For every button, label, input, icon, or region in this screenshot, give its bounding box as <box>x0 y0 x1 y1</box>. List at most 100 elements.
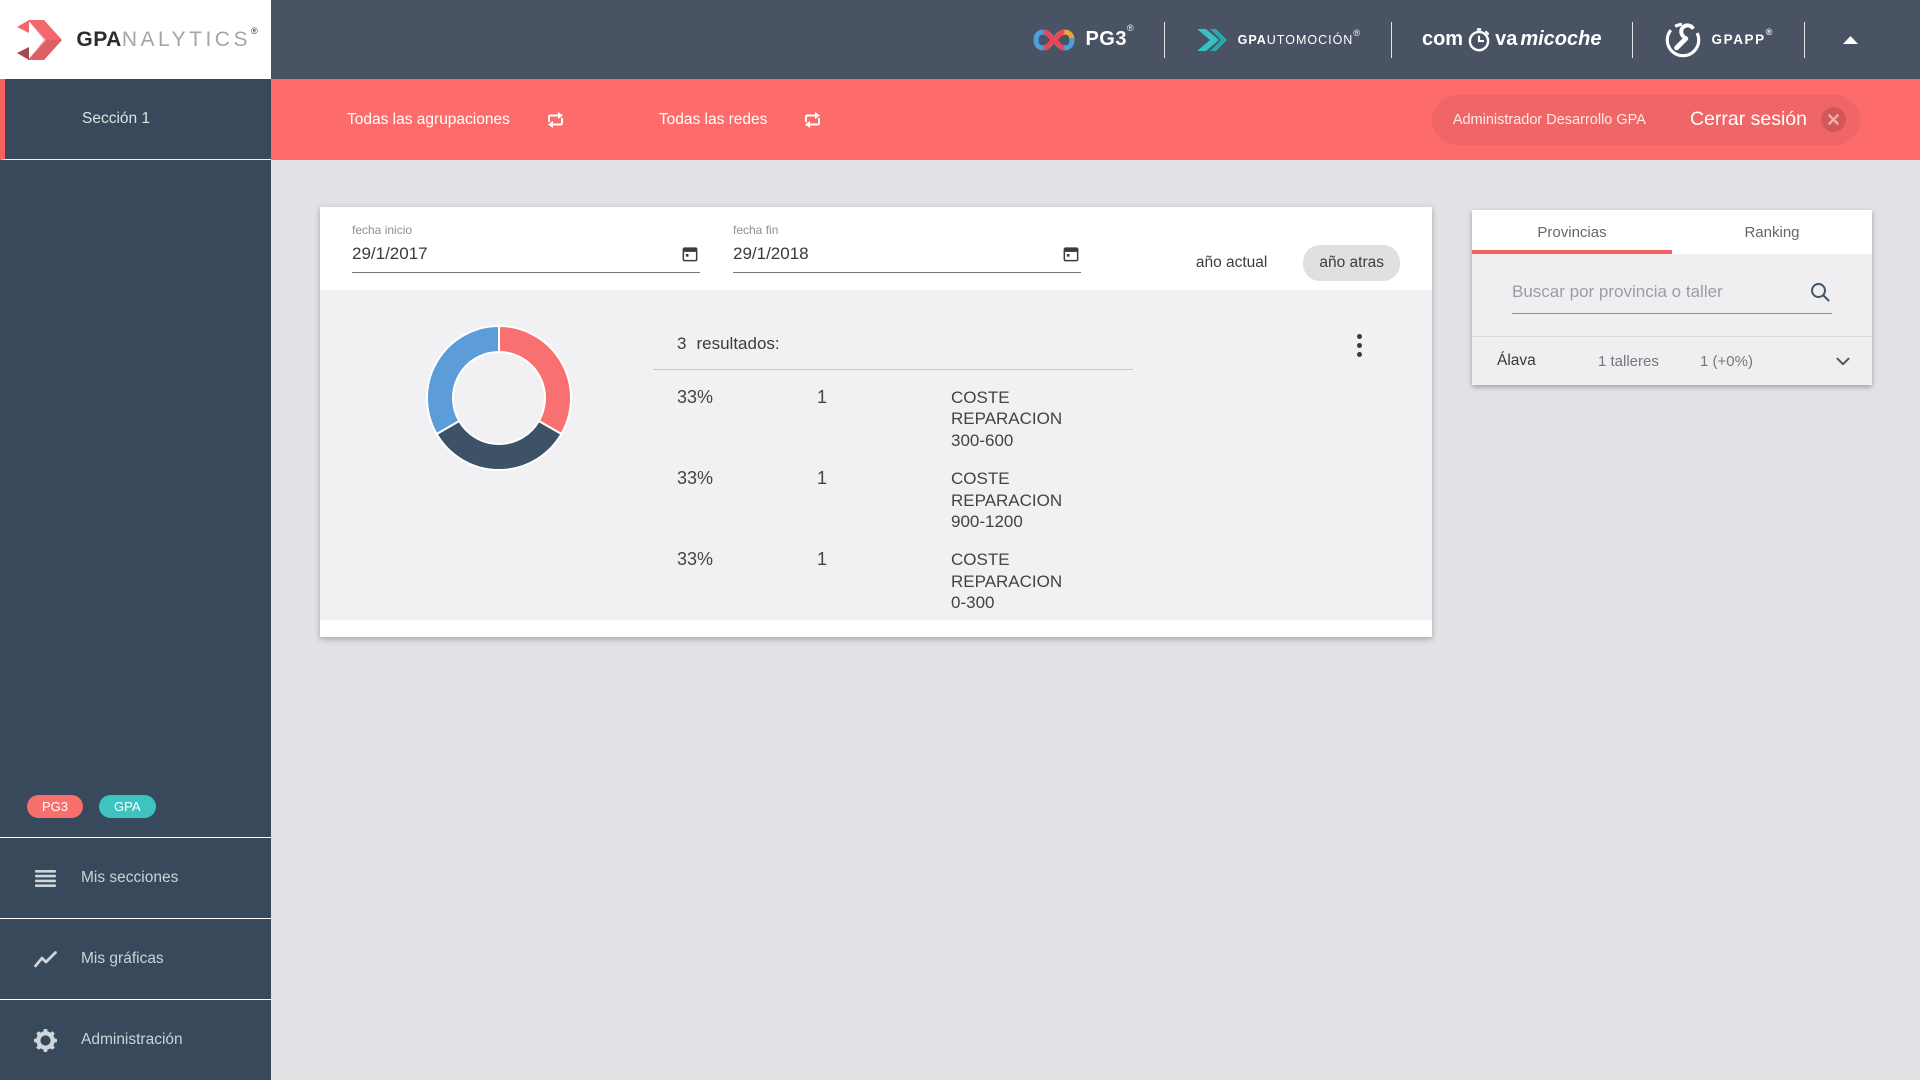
sidebar-item-label: Mis secciones <box>81 869 179 886</box>
card-date-bar: fecha inicio 29/1/2017 fecha fin 29/1/20… <box>320 207 1432 290</box>
panel-tabs: Provincias Ranking <box>1472 210 1872 254</box>
list-icon <box>33 869 57 887</box>
year-back-button[interactable]: año atras <box>1303 244 1400 281</box>
sidebar-item-mis-secciones[interactable]: Mis secciones <box>0 837 271 918</box>
result-label: COSTE REPARACION 0-300 <box>951 550 1063 613</box>
stopwatch-icon <box>1468 27 1490 51</box>
triangle-up-icon <box>1843 36 1858 44</box>
year-current-button[interactable]: año actual <box>1180 245 1284 281</box>
date-start-label: fecha inicio <box>352 223 413 237</box>
pg3-badge-label: PG3 <box>42 799 69 814</box>
sidebar: Sección 1 PG3 GPA Mis secciones Mis gráf… <box>0 79 271 1080</box>
gpanalytics-logo: GPANALYTICS® <box>0 0 271 79</box>
province-name: Álava <box>1497 352 1536 369</box>
tab-provincias[interactable]: Provincias <box>1472 210 1672 254</box>
pg3-logo: PG3® <box>1032 23 1134 55</box>
result-label: COSTE REPARACION 300-600 <box>951 388 1063 450</box>
result-percent: 33% <box>677 468 714 489</box>
pg3-label: PG3 <box>1085 28 1127 50</box>
gpautomocion-gpa: GPA <box>1237 32 1267 47</box>
sidebar-item-label: Administración <box>81 1031 183 1048</box>
results-divider <box>653 369 1133 370</box>
sidebar-item-mis-graficas[interactable]: Mis gráficas <box>0 918 271 999</box>
collapse-header-button[interactable] <box>1837 26 1864 53</box>
tab-ranking[interactable]: Ranking <box>1672 210 1872 254</box>
header-divider <box>1631 21 1633 58</box>
header-divider <box>1390 21 1392 58</box>
gpapp-logo: GPAPP® <box>1663 20 1775 60</box>
provinces-panel: Provincias Ranking Álava 1 talleres 1 (+… <box>1472 210 1872 385</box>
gpa-badge-label: GPA <box>114 799 141 814</box>
redes-filter-label: Todas las redes <box>658 110 768 128</box>
compravamicoche-part3: micoche <box>1520 28 1602 50</box>
card-footer <box>320 620 1432 637</box>
calendar-icon[interactable] <box>1061 244 1081 264</box>
province-talleres: 1 talleres <box>1598 352 1659 370</box>
calendar-icon[interactable] <box>680 244 700 264</box>
gpapp-wrench-icon <box>1665 22 1700 57</box>
swap-icon <box>547 111 563 128</box>
date-end-label: fecha fin <box>733 223 779 237</box>
result-count: 1 <box>817 468 828 489</box>
agrupaciones-filter[interactable]: Todas las agrupaciones <box>347 108 569 132</box>
gpanalytics-arrow-icon <box>17 19 63 60</box>
active-tab-underline <box>1472 250 1672 254</box>
gpa-badge[interactable]: GPA <box>99 795 156 818</box>
province-value: 1 (+0%) <box>1700 352 1753 370</box>
donut-chart[interactable] <box>419 318 579 478</box>
result-label: COSTE REPARACION 900-1200 <box>951 469 1063 532</box>
result-row[interactable]: 33% 1 COSTE REPARACION 300-600 <box>653 387 1133 451</box>
compravamicoche-part1: com <box>1421 28 1464 50</box>
date-start-input[interactable]: 29/1/2017 <box>352 244 700 273</box>
pg3-badge[interactable]: PG3 <box>27 795 84 818</box>
gpautomocion-logo: GPAUTOMOCIÓN® <box>1195 25 1361 55</box>
date-end-input[interactable]: 29/1/2018 <box>733 244 1081 273</box>
result-row[interactable]: 33% 1 COSTE REPARACION 900-1200 <box>653 468 1133 532</box>
compravamicoche-part2: va <box>1495 28 1518 50</box>
province-search-area <box>1472 254 1872 336</box>
swap-icon <box>805 111 821 128</box>
result-count: 1 <box>817 387 828 407</box>
brand-reg: ® <box>250 25 258 36</box>
donut-segment[interactable] <box>498 324 572 436</box>
sidebar-section-label: Sección 1 <box>82 110 151 127</box>
date-start-field: fecha inicio 29/1/2017 <box>352 223 700 290</box>
result-percent: 33% <box>677 549 714 570</box>
chart-line-icon <box>33 950 57 968</box>
pg3-reg: ® <box>1126 23 1134 33</box>
logout-close-icon[interactable] <box>1820 106 1847 133</box>
province-search-field <box>1512 280 1832 314</box>
gpautomocion-reg: ® <box>1353 27 1361 38</box>
app-header: GPANALYTICS® PG3® GPAUTOMOCIÓN® com va m… <box>0 0 1920 79</box>
results-heading: 3 resultados: <box>653 334 1133 354</box>
gpanalytics-wordmark: GPANALYTICS® <box>76 25 258 52</box>
province-search-input[interactable] <box>1512 282 1808 302</box>
year-buttons: año actual año atras <box>1180 223 1400 290</box>
header-divider <box>1804 21 1805 58</box>
donut-segment[interactable] <box>435 419 563 471</box>
redes-filter[interactable]: Todas las redes <box>659 108 827 132</box>
agrupaciones-filter-label: Todas las agrupaciones <box>347 110 510 128</box>
logout-button[interactable]: Cerrar sesión <box>1690 108 1807 131</box>
result-count: 1 <box>817 549 828 570</box>
gpapp-reg: ® <box>1765 27 1774 37</box>
chevron-down-icon[interactable] <box>1832 350 1854 372</box>
date-end-field: fecha fin 29/1/2018 <box>733 223 1081 290</box>
donut-segment[interactable] <box>426 324 500 436</box>
pg3-infinity-icon <box>1033 29 1075 50</box>
results-count: 3 <box>677 334 687 353</box>
app-screen: GPANALYTICS® PG3® GPAUTOMOCIÓN® com va m… <box>0 0 1920 1080</box>
province-row-alava[interactable]: Álava 1 talleres 1 (+0%) <box>1472 336 1872 385</box>
header-divider <box>1163 21 1165 58</box>
sidebar-badges: PG3 GPA <box>0 795 271 837</box>
date-end-value: 29/1/2018 <box>733 244 809 263</box>
result-percent: 33% <box>677 387 714 407</box>
compravamicoche-logo: com va micoche <box>1422 27 1602 53</box>
sidebar-item-administracion[interactable]: Administración <box>0 999 271 1080</box>
sidebar-item-seccion-1[interactable]: Sección 1 <box>0 79 271 160</box>
result-row[interactable]: 33% 1 COSTE REPARACION 0-300 <box>653 549 1133 613</box>
search-icon[interactable] <box>1808 280 1832 304</box>
gear-icon <box>33 1028 57 1052</box>
card-menu-button[interactable] <box>1353 330 1366 361</box>
